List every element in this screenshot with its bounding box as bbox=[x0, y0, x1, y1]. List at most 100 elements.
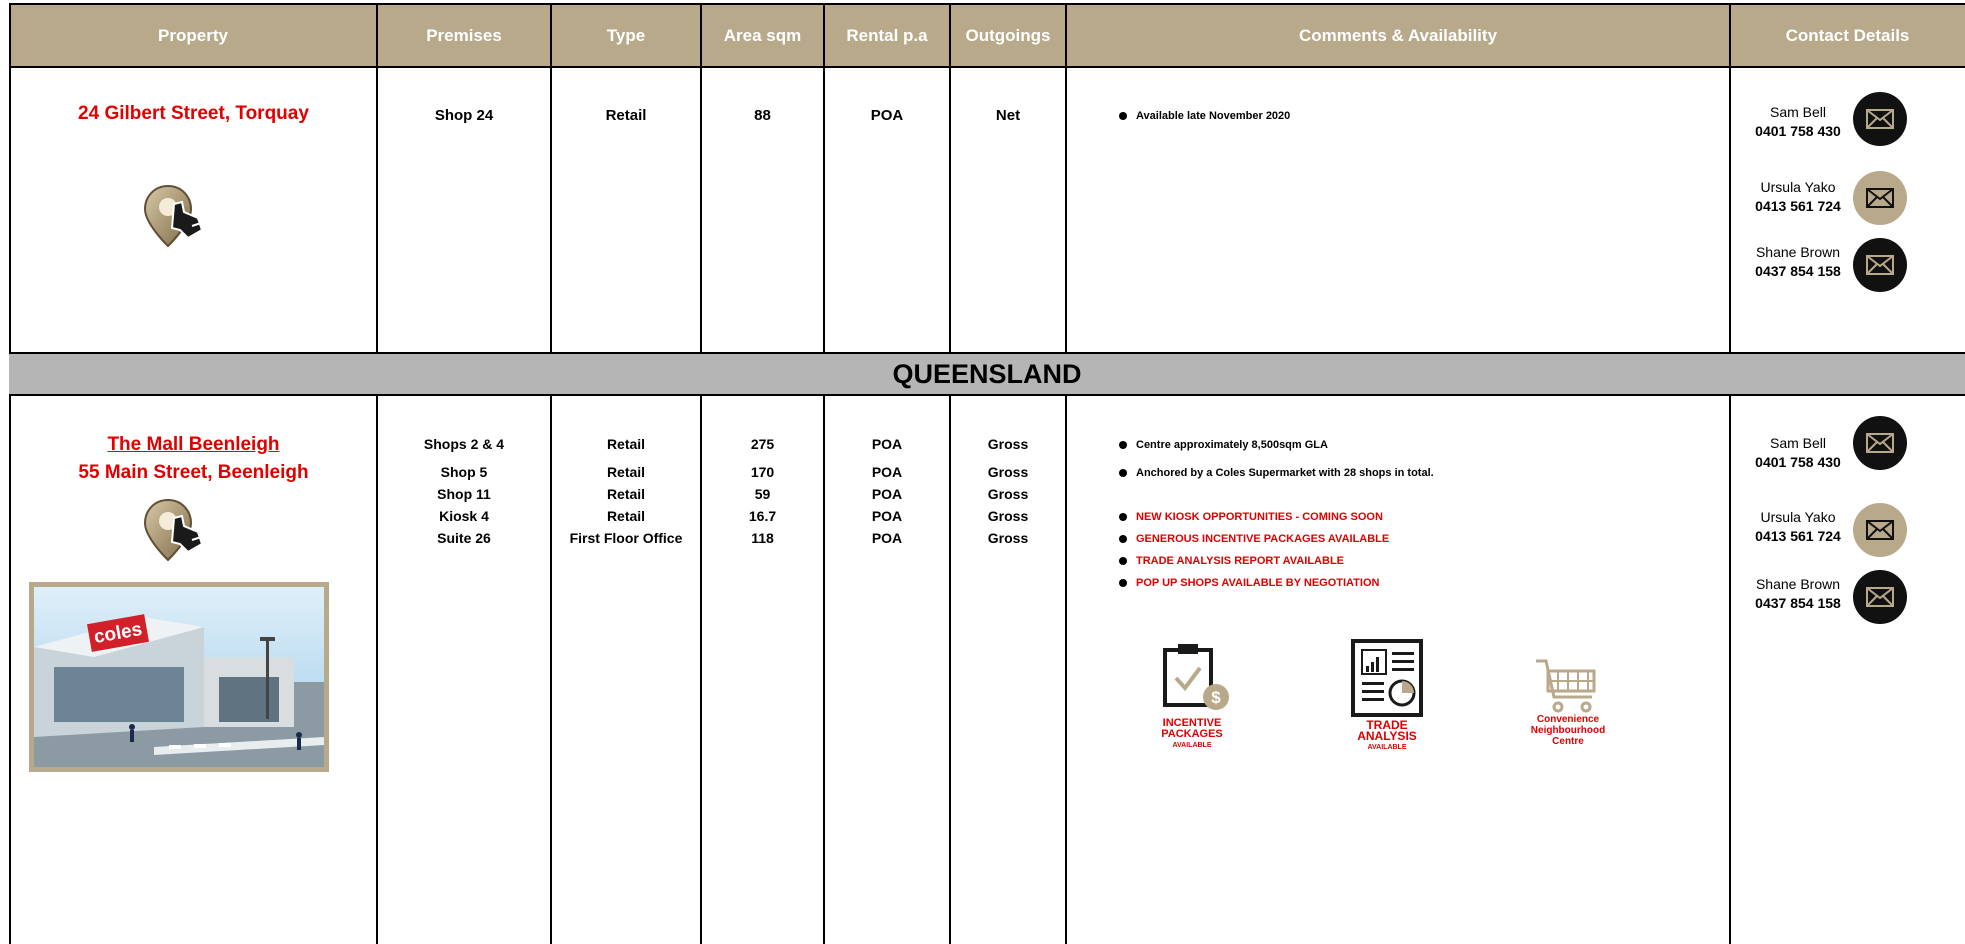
type-cell: First Floor Office bbox=[569, 530, 683, 546]
contact-card: Shane Brown 0437 854 158 bbox=[1738, 576, 1858, 611]
type-cell: Retail bbox=[606, 508, 646, 524]
header-outgoings: Outgoings bbox=[950, 4, 1066, 67]
area-cell: 275 bbox=[750, 436, 775, 452]
rental-column: POA POA POA POA POA bbox=[825, 433, 949, 549]
grid-line bbox=[1065, 394, 1067, 944]
grid-line bbox=[949, 3, 951, 394]
highlights-list: NEW KIOSK OPPORTUNITIES - COMING SOON GE… bbox=[1116, 506, 1389, 594]
mail-icon bbox=[1866, 587, 1894, 607]
rental-cell: POA bbox=[871, 464, 903, 480]
rental-cell: POA bbox=[871, 436, 903, 452]
header-bottom-border bbox=[9, 66, 1965, 68]
property-address: 55 Main Street, Beenleigh bbox=[78, 462, 309, 483]
service-label: Convenience Neighbourhood Centre bbox=[1510, 714, 1626, 747]
property-link-torquay[interactable]: 24 Gilbert Street, Torquay bbox=[11, 103, 376, 125]
property-photo-image: coles bbox=[34, 587, 324, 767]
comments-list: Available late November 2020 bbox=[1116, 105, 1290, 127]
grid-line bbox=[1729, 3, 1731, 354]
clipboard-dollar-icon: $ bbox=[1160, 642, 1238, 717]
type-column: Retail Retail Retail Retail First Floor … bbox=[552, 433, 700, 549]
grid-line bbox=[1065, 3, 1067, 354]
email-button[interactable] bbox=[1853, 503, 1907, 557]
area-cell: 118 bbox=[751, 530, 774, 546]
premises-cell: Shop 11 bbox=[437, 486, 491, 502]
report-chart-icon bbox=[1350, 638, 1424, 718]
header-area: Area sqm bbox=[701, 4, 824, 67]
header-property: Property bbox=[9, 4, 377, 67]
premises-cell: Shop 24 bbox=[434, 107, 494, 124]
service-label-line: ANALYSIS bbox=[1357, 729, 1417, 743]
service-label: INCENTIVE PACKAGES AVAILABLE bbox=[1140, 718, 1244, 751]
outgoings-cell: Gross bbox=[987, 530, 1029, 546]
top-border bbox=[9, 3, 1965, 5]
contact-name: Shane Brown bbox=[1755, 576, 1841, 592]
service-label-line: PACKAGES bbox=[1161, 728, 1223, 740]
service-label-line: Neighbourhood bbox=[1530, 725, 1606, 736]
mail-icon bbox=[1866, 433, 1894, 453]
premises-column: Shops 2 & 4 Shop 5 Shop 11 Kiosk 4 Suite… bbox=[378, 433, 550, 549]
contact-phone: 0437 854 158 bbox=[1755, 263, 1841, 279]
contact-card: Ursula Yako 0413 561 724 bbox=[1738, 179, 1858, 214]
service-label-line: AVAILABLE bbox=[1367, 744, 1407, 751]
contact-phone: 0437 854 158 bbox=[1755, 595, 1841, 611]
rental-cell: POA bbox=[871, 530, 903, 546]
comments-list: Centre approximately 8,500sqm GLA Anchor… bbox=[1116, 434, 1434, 484]
highlight-item: NEW KIOSK OPPORTUNITIES - COMING SOON bbox=[1116, 506, 1389, 528]
property-link-beenleigh[interactable]: The Mall Beenleigh 55 Main Street, Beenl… bbox=[11, 431, 376, 487]
comment-item: Centre approximately 8,500sqm GLA bbox=[1116, 434, 1434, 456]
rental-cell: POA bbox=[870, 107, 904, 124]
property-photo: coles bbox=[29, 582, 329, 772]
property-name[interactable]: The Mall Beenleigh bbox=[11, 431, 376, 459]
grid-line bbox=[376, 3, 378, 354]
header-type: Type bbox=[551, 4, 701, 67]
section-banner: QUEENSLAND bbox=[9, 354, 1965, 394]
service-label-line: Centre bbox=[1552, 736, 1584, 747]
contact-phone: 0413 561 724 bbox=[1755, 528, 1841, 544]
header-contact: Contact Details bbox=[1730, 4, 1965, 67]
map-pin-icon[interactable] bbox=[142, 496, 220, 564]
area-cell: 88 bbox=[754, 107, 771, 124]
service-label: TRADE ANALYSIS AVAILABLE bbox=[1334, 719, 1440, 753]
highlight-item: GENEROUS INCENTIVE PACKAGES AVAILABLE bbox=[1116, 528, 1389, 550]
grid-line bbox=[823, 3, 825, 354]
email-button[interactable] bbox=[1853, 238, 1907, 292]
premises-cell: Suite 26 bbox=[437, 530, 491, 546]
contact-phone: 0401 758 430 bbox=[1755, 454, 1841, 470]
comment-item: Available late November 2020 bbox=[1116, 105, 1290, 127]
area-cell: 59 bbox=[754, 486, 771, 502]
contact-name: Sam Bell bbox=[1769, 435, 1827, 451]
outgoings-cell: Gross bbox=[987, 486, 1029, 502]
grid-line bbox=[1729, 394, 1731, 944]
map-pin-icon[interactable] bbox=[142, 182, 220, 250]
contact-card: Shane Brown 0437 854 158 bbox=[1738, 244, 1858, 279]
outgoings-cell: Gross bbox=[987, 436, 1029, 452]
contact-card: Ursula Yako 0413 561 724 bbox=[1738, 509, 1858, 544]
outgoings-cell: Gross bbox=[987, 464, 1029, 480]
svg-text:$: $ bbox=[1211, 688, 1221, 707]
outgoings-cell: Net bbox=[995, 107, 1021, 124]
header-premises: Premises bbox=[377, 4, 551, 67]
type-cell: Retail bbox=[605, 107, 647, 124]
contact-name: Sam Bell bbox=[1769, 104, 1827, 120]
outgoings-column: Gross Gross Gross Gross Gross bbox=[951, 433, 1065, 549]
highlight-item: POP UP SHOPS AVAILABLE BY NEGOTIATION bbox=[1116, 572, 1389, 594]
email-button[interactable] bbox=[1853, 92, 1907, 146]
area-column: 275 170 59 16.7 118 bbox=[702, 433, 823, 549]
rental-cell: POA bbox=[871, 486, 903, 502]
contact-name: Ursula Yako bbox=[1760, 179, 1836, 195]
type-cell: Retail bbox=[606, 464, 646, 480]
rental-cell: POA bbox=[871, 508, 903, 524]
email-button[interactable] bbox=[1853, 171, 1907, 225]
comment-item: Anchored by a Coles Supermarket with 28 … bbox=[1116, 462, 1434, 484]
listings-sheet: Property Premises Type Area sqm Rental p… bbox=[0, 0, 1965, 944]
contact-phone: 0413 561 724 bbox=[1755, 198, 1841, 214]
email-button[interactable] bbox=[1853, 416, 1907, 470]
banner-bottom-border bbox=[9, 394, 1965, 396]
premises-cell: Shops 2 & 4 bbox=[423, 436, 505, 452]
email-button[interactable] bbox=[1853, 570, 1907, 624]
contact-name: Ursula Yako bbox=[1760, 509, 1836, 525]
grid-line bbox=[700, 3, 702, 354]
area-cell: 16.7 bbox=[748, 508, 777, 524]
premises-cell: Kiosk 4 bbox=[439, 508, 489, 524]
highlight-item: TRADE ANALYSIS REPORT AVAILABLE bbox=[1116, 550, 1389, 572]
